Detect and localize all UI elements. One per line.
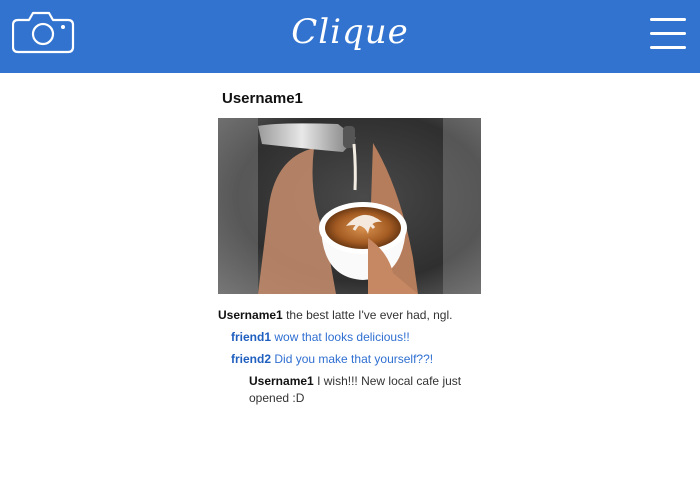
comment-author[interactable]: Username1: [218, 308, 283, 322]
comment-reply: friend2 Did you make that yourself??!: [218, 351, 482, 368]
comment-text: Did you make that yourself??!: [274, 352, 434, 366]
comment-reply-nested: Username1 I wish!!! New local cafe just …: [218, 373, 482, 407]
comment-reply: friend1 wow that looks delicious!!: [218, 329, 482, 346]
menu-bar-line: [650, 32, 686, 35]
comment-author[interactable]: friend1: [231, 330, 271, 344]
comment-author[interactable]: friend2: [231, 352, 271, 366]
comment-author[interactable]: Username1: [249, 374, 314, 388]
menu-bar-line: [650, 46, 686, 49]
comment: Username1 the best latte I've ever had, …: [218, 307, 482, 324]
menu-bar-line: [650, 18, 686, 21]
hamburger-menu-button[interactable]: [648, 16, 688, 52]
comment-text: wow that looks delicious!!: [274, 330, 410, 344]
comment-text: the best latte I've ever had, ngl.: [286, 308, 453, 322]
post-photo[interactable]: [218, 118, 481, 294]
post-author[interactable]: Username1: [218, 84, 482, 114]
app-brand-title: Clique: [291, 12, 409, 52]
top-app-bar: Clique: [0, 0, 700, 73]
comment-thread: Username1 the best latte I've ever had, …: [218, 307, 482, 407]
post-card: Username1 Username1 the best latte I've …: [218, 84, 482, 412]
